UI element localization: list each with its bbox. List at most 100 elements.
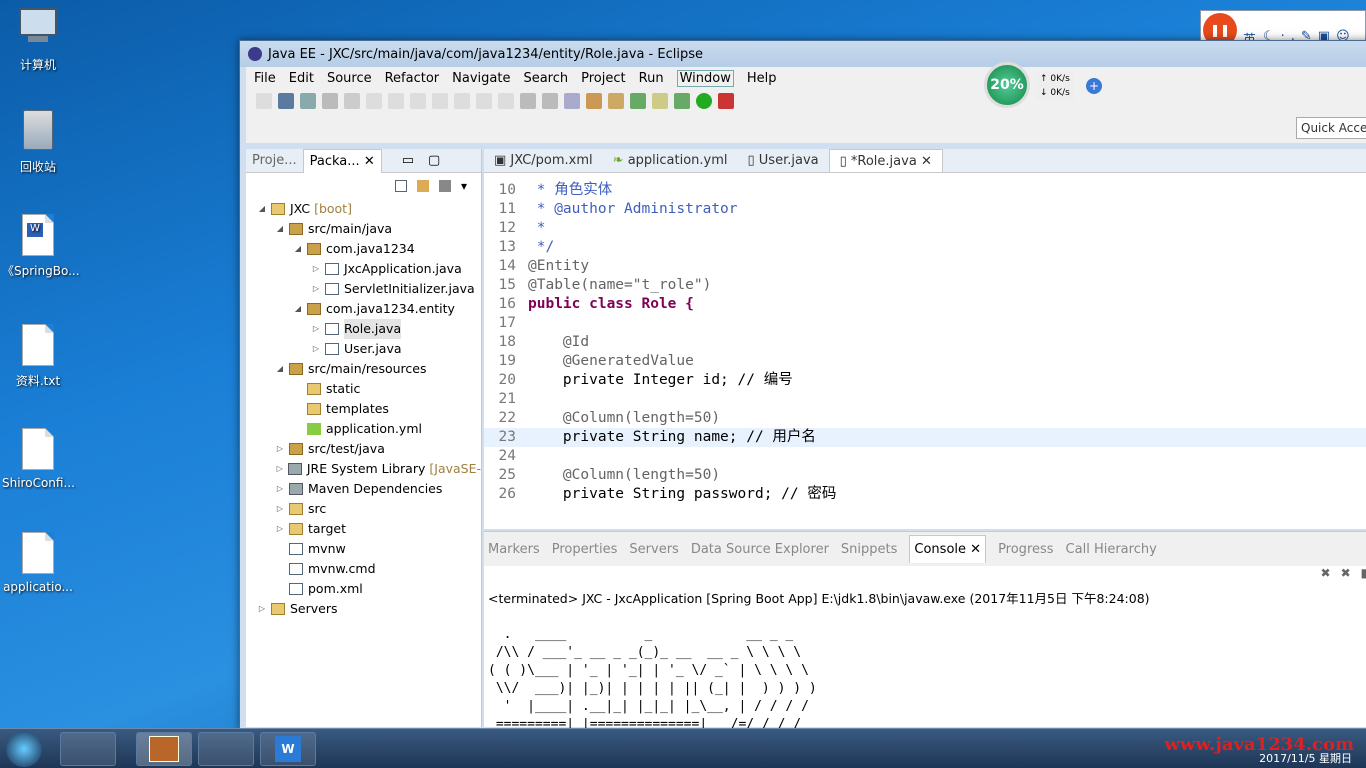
collapsed-icon[interactable]: ▷ — [310, 259, 322, 279]
taskbar-app-wps[interactable]: W — [260, 732, 316, 766]
collapsed-icon[interactable]: ▷ — [310, 339, 322, 359]
quick-access-input[interactable]: Quick Access — [1296, 117, 1366, 139]
tree-item[interactable]: ◢ com.java1234 — [246, 239, 481, 259]
tree-item[interactable]: ◢ src/main/resources — [246, 359, 481, 379]
collapsed-icon[interactable]: ▷ — [274, 479, 286, 499]
taskbar-app-dolphin[interactable] — [198, 732, 254, 766]
close-icon[interactable]: ✕ — [921, 154, 932, 169]
server-icon[interactable] — [520, 93, 536, 109]
menu-project[interactable]: Project — [581, 71, 625, 86]
debug-icon[interactable] — [674, 93, 690, 109]
tree-item-selected[interactable]: ▷ Role.java — [246, 319, 481, 339]
tab-call-hierarchy[interactable]: Call Hierarchy — [1066, 542, 1157, 557]
outline-icon[interactable] — [542, 93, 558, 109]
remove-all-icon[interactable]: ✖ — [1341, 566, 1351, 586]
tab-markers[interactable]: Markers — [488, 542, 540, 557]
tab-console[interactable]: Console ✕ — [909, 535, 987, 563]
collapsed-icon[interactable]: ▷ — [310, 319, 322, 339]
disconnect-icon[interactable] — [432, 93, 448, 109]
toggle-icon[interactable] — [564, 93, 580, 109]
step-into-icon[interactable] — [454, 93, 470, 109]
desktop-icon-recycle-bin[interactable]: 回收站 — [2, 110, 74, 175]
tab-pom-xml[interactable]: ▣ JXC/pom.xml — [484, 149, 603, 172]
resume-icon[interactable] — [366, 93, 382, 109]
expanded-icon[interactable]: ◢ — [274, 219, 286, 239]
menu-search[interactable]: Search — [523, 71, 568, 86]
menu-run[interactable]: Run — [639, 71, 664, 86]
collapsed-icon[interactable]: ▷ — [274, 439, 286, 459]
desktop-icon-application[interactable]: applicatio... — [2, 532, 74, 594]
menu-file[interactable]: File — [254, 71, 276, 86]
save-icon[interactable] — [278, 93, 294, 109]
eclipse-window[interactable]: Java EE - JXC/src/main/java/com/java1234… — [239, 40, 1366, 750]
search-icon[interactable] — [630, 93, 646, 109]
memory-percent[interactable]: 20% — [984, 62, 1030, 108]
speed-widget[interactable]: 20% ↑ 0K/s ↓ 0K/s + — [982, 60, 1108, 112]
menu-navigate[interactable]: Navigate — [452, 71, 510, 86]
tab-user-java[interactable]: ▯ User.java — [738, 149, 829, 172]
tab-application-yml[interactable]: ❧ application.yml — [603, 149, 738, 172]
menu-source[interactable]: Source — [327, 71, 372, 86]
tree-item[interactable]: ▷ target — [246, 519, 481, 539]
menu-help[interactable]: Help — [747, 71, 777, 86]
tree-item[interactable]: ▷ src/test/java — [246, 439, 481, 459]
collapsed-icon[interactable]: ▷ — [274, 459, 285, 479]
maximize-icon[interactable]: ▢ — [428, 153, 440, 168]
title-bar[interactable]: Java EE - JXC/src/main/java/com/java1234… — [240, 41, 1366, 67]
collapsed-icon[interactable]: ▷ — [256, 599, 268, 619]
filter-icon[interactable] — [438, 180, 451, 192]
external-tools-icon[interactable] — [718, 93, 734, 109]
tree-item[interactable]: pom.xml — [246, 579, 481, 599]
step-over-icon[interactable] — [476, 93, 492, 109]
expanded-icon[interactable]: ◢ — [292, 239, 304, 259]
view-menu-icon[interactable]: ▾ — [461, 179, 467, 193]
tree-item[interactable]: ▷ Servers — [246, 599, 481, 619]
collapsed-icon[interactable]: ▷ — [274, 499, 286, 519]
run-icon[interactable] — [696, 93, 712, 109]
taskbar-app-browser[interactable] — [60, 732, 116, 766]
minimize-icon[interactable]: ▭ — [402, 153, 414, 168]
new-icon[interactable] — [256, 93, 272, 109]
tree-item[interactable]: ▷ ServletInitializer.java — [246, 279, 481, 299]
highlight-icon[interactable] — [652, 93, 668, 109]
desktop-icon-springboot-doc[interactable]: W 《SpringBo... — [2, 214, 80, 279]
remove-launch-icon[interactable]: ✖ — [1321, 566, 1331, 586]
step-return-icon[interactable] — [498, 93, 514, 109]
menu-window[interactable]: Window — [676, 69, 734, 87]
add-icon[interactable]: + — [1086, 78, 1102, 94]
tree-item[interactable]: ▷ Maven Dependencies — [246, 479, 481, 499]
close-icon[interactable]: ✕ — [364, 154, 375, 169]
tree-item[interactable]: ◢ com.java1234.entity — [246, 299, 481, 319]
tree-item[interactable]: ▷ src — [246, 499, 481, 519]
expanded-icon[interactable]: ◢ — [256, 199, 268, 219]
menu-refactor[interactable]: Refactor — [385, 71, 440, 86]
taskbar-app-eclipse[interactable] — [136, 732, 192, 766]
tree-item[interactable]: application.yml — [246, 419, 481, 439]
tab-properties[interactable]: Properties — [552, 542, 618, 557]
terminate-icon[interactable] — [410, 93, 426, 109]
link-editor-icon[interactable] — [416, 180, 429, 192]
skip-breakpoints-icon[interactable] — [344, 93, 360, 109]
expanded-icon[interactable]: ◢ — [274, 359, 286, 379]
tree-item[interactable]: ◢ JXC [boot] — [246, 199, 481, 219]
tab-progress[interactable]: Progress — [998, 542, 1053, 557]
print-icon[interactable] — [322, 93, 338, 109]
desktop-icon-computer[interactable]: 计算机 — [2, 8, 74, 73]
tab-role-java[interactable]: ▯ *Role.java ✕ — [828, 149, 943, 172]
tree-item[interactable]: mvnw.cmd — [246, 559, 481, 579]
tab-servers[interactable]: Servers — [629, 542, 678, 557]
code-editor[interactable]: ▣ JXC/pom.xml ❧ application.yml ▯ User.j… — [484, 149, 1366, 529]
tree-item[interactable]: ◢ src/main/java — [246, 219, 481, 239]
tree-item[interactable]: templates — [246, 399, 481, 419]
desktop-icon-ziliao-txt[interactable]: 资料.txt — [2, 324, 74, 389]
tree-item[interactable]: mvnw — [246, 539, 481, 559]
tree-item[interactable]: ▷ JRE System Library [JavaSE- — [246, 459, 481, 479]
tree-item[interactable]: ▷ User.java — [246, 339, 481, 359]
suspend-icon[interactable] — [388, 93, 404, 109]
start-button[interactable] — [6, 731, 42, 767]
tree-item[interactable]: static — [246, 379, 481, 399]
open-type-icon[interactable] — [608, 93, 624, 109]
expanded-icon[interactable]: ◢ — [292, 299, 304, 319]
code-area[interactable]: 10 * 角色实体 11 * @author Administrator 12 … — [484, 173, 1366, 504]
browser-icon[interactable] — [586, 93, 602, 109]
